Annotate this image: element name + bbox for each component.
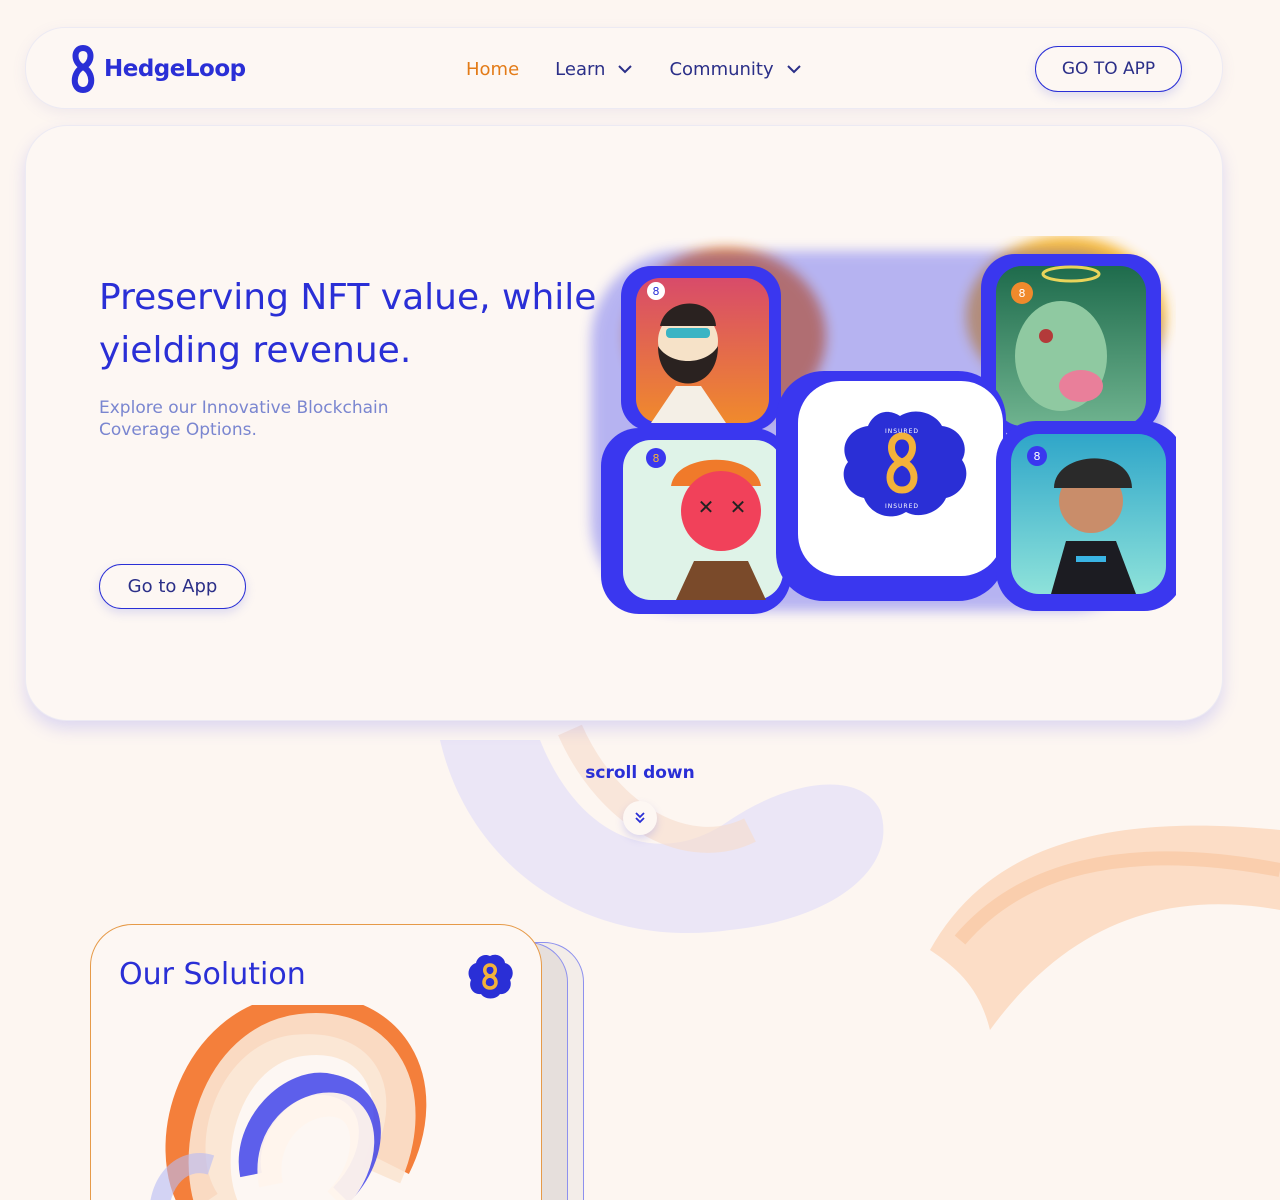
nft-collage-illustration: 8 8 ✕ ✕ 8 INSURED INSURED 8	[591, 236, 1176, 614]
go-to-app-button[interactable]: GO TO APP	[1035, 46, 1182, 92]
brand-logo[interactable]: HedgeLoop	[70, 44, 246, 94]
svg-text:8: 8	[1019, 287, 1026, 300]
insured-badge-tile: INSURED INSURED	[776, 371, 1006, 601]
our-solution-title: Our Solution	[119, 957, 306, 992]
hero-section: Preserving NFT value, while yielding rev…	[25, 125, 1223, 721]
scroll-down-label: scroll down	[585, 763, 695, 783]
svg-text:8: 8	[653, 285, 660, 298]
nav-community-label: Community	[669, 58, 774, 80]
nav-community[interactable]: Community	[669, 59, 801, 80]
nft-tile-zombie-ape: 8	[981, 254, 1161, 434]
nft-tile-bearded-man: 8	[621, 266, 781, 431]
svg-text:8: 8	[653, 452, 660, 465]
svg-text:✕: ✕	[730, 495, 747, 519]
chevron-down-icon	[618, 65, 633, 74]
nft-tile-boy-cap: 8	[996, 421, 1176, 611]
double-chevron-down-icon	[635, 812, 645, 824]
hero-go-to-app-button[interactable]: Go to App	[99, 564, 246, 609]
brand-name: HedgeLoop	[104, 56, 246, 82]
nav-learn[interactable]: Learn	[555, 59, 633, 80]
nav-learn-label: Learn	[555, 58, 606, 80]
top-navbar: HedgeLoop Home Learn Community GO TO APP	[25, 27, 1223, 109]
nav-links: Home Learn Community	[466, 28, 802, 110]
our-solution-card: Our Solution	[90, 924, 542, 1200]
badge-text-top: INSURED	[885, 428, 919, 435]
hedgeloop-logo-icon	[71, 45, 95, 93]
solution-loop-illustration	[150, 1005, 427, 1200]
nav-home-label: Home	[466, 58, 520, 80]
chevron-down-icon	[786, 65, 801, 74]
svg-text:✕: ✕	[698, 495, 715, 519]
insured-badge-icon	[468, 954, 513, 999]
nft-tile-fox-balloon: ✕ ✕ 8	[601, 428, 791, 614]
badge-text-bottom: INSURED	[885, 503, 919, 510]
background-swirl-orange	[930, 825, 1280, 1030]
hero-subtitle: Explore our Innovative Blockchain Covera…	[99, 398, 389, 440]
svg-text:8: 8	[1034, 450, 1041, 463]
scroll-down-button[interactable]	[623, 801, 657, 835]
hero-title: Preserving NFT value, while yielding rev…	[99, 277, 597, 371]
nav-home[interactable]: Home	[466, 59, 519, 80]
